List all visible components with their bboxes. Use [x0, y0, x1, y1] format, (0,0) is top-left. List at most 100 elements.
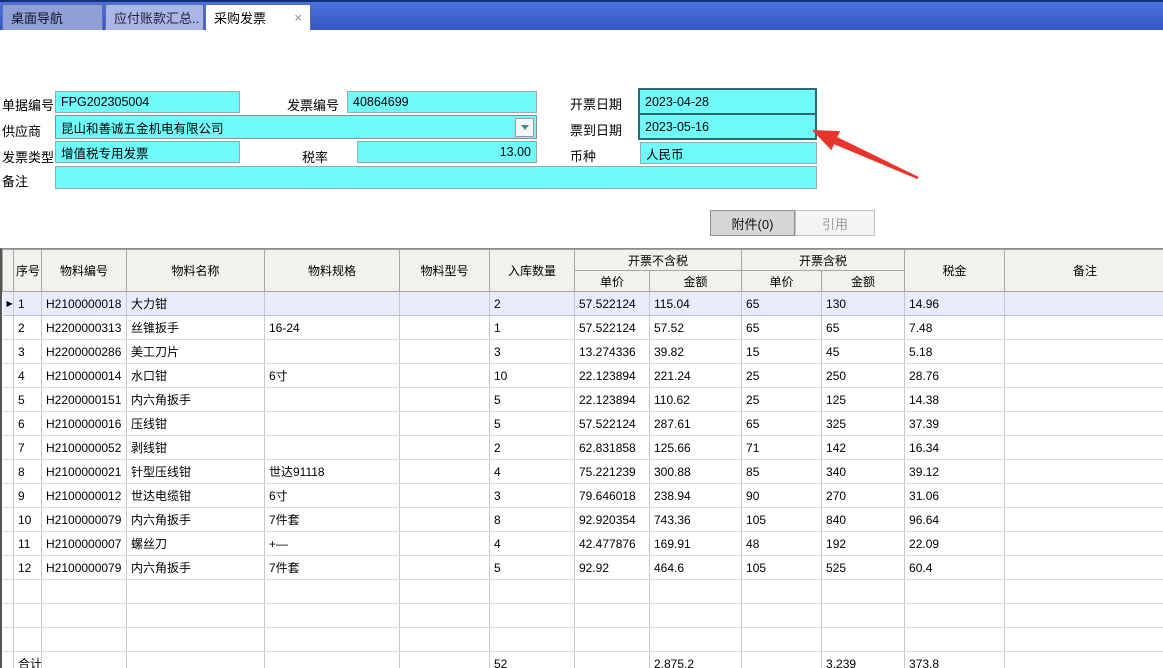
grid-cell[interactable] — [400, 628, 490, 652]
grid-cell[interactable]: H2100000079 — [42, 556, 127, 580]
grid-cell[interactable]: 2 — [14, 316, 42, 340]
grid-cell[interactable] — [575, 628, 650, 652]
grid-cell[interactable]: 464.6 — [650, 556, 742, 580]
grid-cell[interactable]: 8 — [490, 508, 575, 532]
supplier-dropdown[interactable]: 昆山和善诚五金机电有限公司 — [55, 115, 537, 139]
grid-cell[interactable] — [1005, 580, 1163, 604]
grid-cell[interactable] — [575, 604, 650, 628]
grid-cell[interactable]: 内六角扳手 — [127, 388, 265, 412]
grid-cell[interactable]: +— — [265, 532, 400, 556]
grid-cell[interactable] — [650, 580, 742, 604]
grid-cell[interactable] — [400, 508, 490, 532]
grid-cell[interactable]: 6寸 — [265, 364, 400, 388]
grid-cell[interactable] — [1005, 628, 1163, 652]
grid-cell[interactable] — [42, 604, 127, 628]
row-selector-cell[interactable] — [3, 388, 14, 412]
grid-cell[interactable]: 142 — [822, 436, 905, 460]
grid-cell[interactable]: 14.38 — [905, 388, 1005, 412]
grid-cell[interactable]: H2100000014 — [42, 364, 127, 388]
grid-cell[interactable]: 71 — [742, 436, 822, 460]
grid-cell[interactable] — [265, 340, 400, 364]
grid-cell[interactable] — [127, 604, 265, 628]
grid-cell[interactable]: 25 — [742, 388, 822, 412]
grid-cell[interactable]: 28.76 — [905, 364, 1005, 388]
grid-cell[interactable]: 15 — [742, 340, 822, 364]
grid-cell[interactable]: 美工刀片 — [127, 340, 265, 364]
grid-cell[interactable] — [400, 556, 490, 580]
grid-cell[interactable]: H2100000012 — [42, 484, 127, 508]
grid-cell[interactable] — [822, 628, 905, 652]
grid-cell[interactable]: H2100000079 — [42, 508, 127, 532]
grid-cell[interactable]: 5.18 — [905, 340, 1005, 364]
grid-cell[interactable]: 105 — [742, 508, 822, 532]
row-selector-cell[interactable] — [3, 340, 14, 364]
grid-cell[interactable]: 65 — [742, 316, 822, 340]
grid-cell[interactable]: 39.12 — [905, 460, 1005, 484]
grid-cell[interactable]: 65 — [742, 412, 822, 436]
grid-cell[interactable]: 192 — [822, 532, 905, 556]
grid-cell[interactable] — [1005, 412, 1163, 436]
grid-cell[interactable] — [14, 580, 42, 604]
grid-cell[interactable]: 5 — [490, 388, 575, 412]
grid-cell[interactable] — [42, 580, 127, 604]
grid-cell[interactable] — [490, 604, 575, 628]
bill-no-field[interactable]: FPG202305004 — [55, 91, 240, 113]
grid-cell[interactable]: 合计 — [14, 652, 42, 668]
grid-cell[interactable]: 10 — [490, 364, 575, 388]
grid-cell[interactable] — [400, 340, 490, 364]
grid-cell[interactable] — [1005, 532, 1163, 556]
row-selector-cell[interactable] — [3, 652, 14, 668]
grid-cell[interactable]: 压线钳 — [127, 412, 265, 436]
grid-cell[interactable]: 2 — [490, 292, 575, 316]
grid-cell[interactable]: 39.82 — [650, 340, 742, 364]
grid-cell[interactable]: H2100000021 — [42, 460, 127, 484]
row-selector-cell[interactable] — [3, 364, 14, 388]
chevron-down-icon[interactable] — [515, 118, 534, 137]
grid-cell[interactable] — [400, 580, 490, 604]
grid-cell[interactable]: 25 — [742, 364, 822, 388]
grid-cell[interactable] — [400, 316, 490, 340]
grid-cell[interactable] — [1005, 316, 1163, 340]
arrive-date-field[interactable]: 2023-05-16 — [638, 113, 817, 140]
grid-cell[interactable] — [742, 652, 822, 668]
remark-field[interactable] — [55, 166, 817, 189]
grid-cell[interactable]: 8 — [14, 460, 42, 484]
grid-cell[interactable]: 4 — [14, 364, 42, 388]
grid-cell[interactable]: 57.522124 — [575, 292, 650, 316]
grid-cell[interactable]: 丝锥扳手 — [127, 316, 265, 340]
row-selector-cell[interactable]: ▶ — [3, 292, 14, 316]
grid-cell[interactable]: 针型压线钳 — [127, 460, 265, 484]
grid-cell[interactable]: 31.06 — [905, 484, 1005, 508]
row-selector-cell[interactable] — [3, 532, 14, 556]
grid-cell[interactable]: 96.64 — [905, 508, 1005, 532]
grid-cell[interactable] — [42, 652, 127, 668]
grid-cell[interactable]: 剥线钳 — [127, 436, 265, 460]
close-icon[interactable]: × — [288, 10, 302, 25]
tab-payable-summary[interactable]: 应付账款汇总.. × — [105, 4, 204, 30]
grid-cell[interactable]: H2200000313 — [42, 316, 127, 340]
grid-cell[interactable] — [575, 580, 650, 604]
grid-cell[interactable]: H2100000016 — [42, 412, 127, 436]
row-selector-cell[interactable] — [3, 580, 14, 604]
row-selector-cell[interactable] — [3, 556, 14, 580]
grid-cell[interactable] — [265, 652, 400, 668]
grid-cell[interactable]: 6寸 — [265, 484, 400, 508]
grid-cell[interactable]: 2,875.2 — [650, 652, 742, 668]
grid-cell[interactable]: 大力钳 — [127, 292, 265, 316]
row-selector-cell[interactable] — [3, 460, 14, 484]
grid-cell[interactable]: 48 — [742, 532, 822, 556]
grid-cell[interactable]: 10 — [14, 508, 42, 532]
grid-cell[interactable] — [265, 628, 400, 652]
grid-cell[interactable]: 45 — [822, 340, 905, 364]
grid-cell[interactable]: 92.92 — [575, 556, 650, 580]
grid-cell[interactable]: 75.221239 — [575, 460, 650, 484]
grid-cell[interactable] — [127, 628, 265, 652]
grid-cell[interactable] — [742, 604, 822, 628]
grid-cell[interactable] — [905, 628, 1005, 652]
grid-cell[interactable]: 内六角扳手 — [127, 508, 265, 532]
grid-cell[interactable]: 525 — [822, 556, 905, 580]
grid-cell[interactable] — [127, 580, 265, 604]
grid-cell[interactable] — [265, 580, 400, 604]
grid-cell[interactable]: 7.48 — [905, 316, 1005, 340]
grid-cell[interactable] — [1005, 388, 1163, 412]
